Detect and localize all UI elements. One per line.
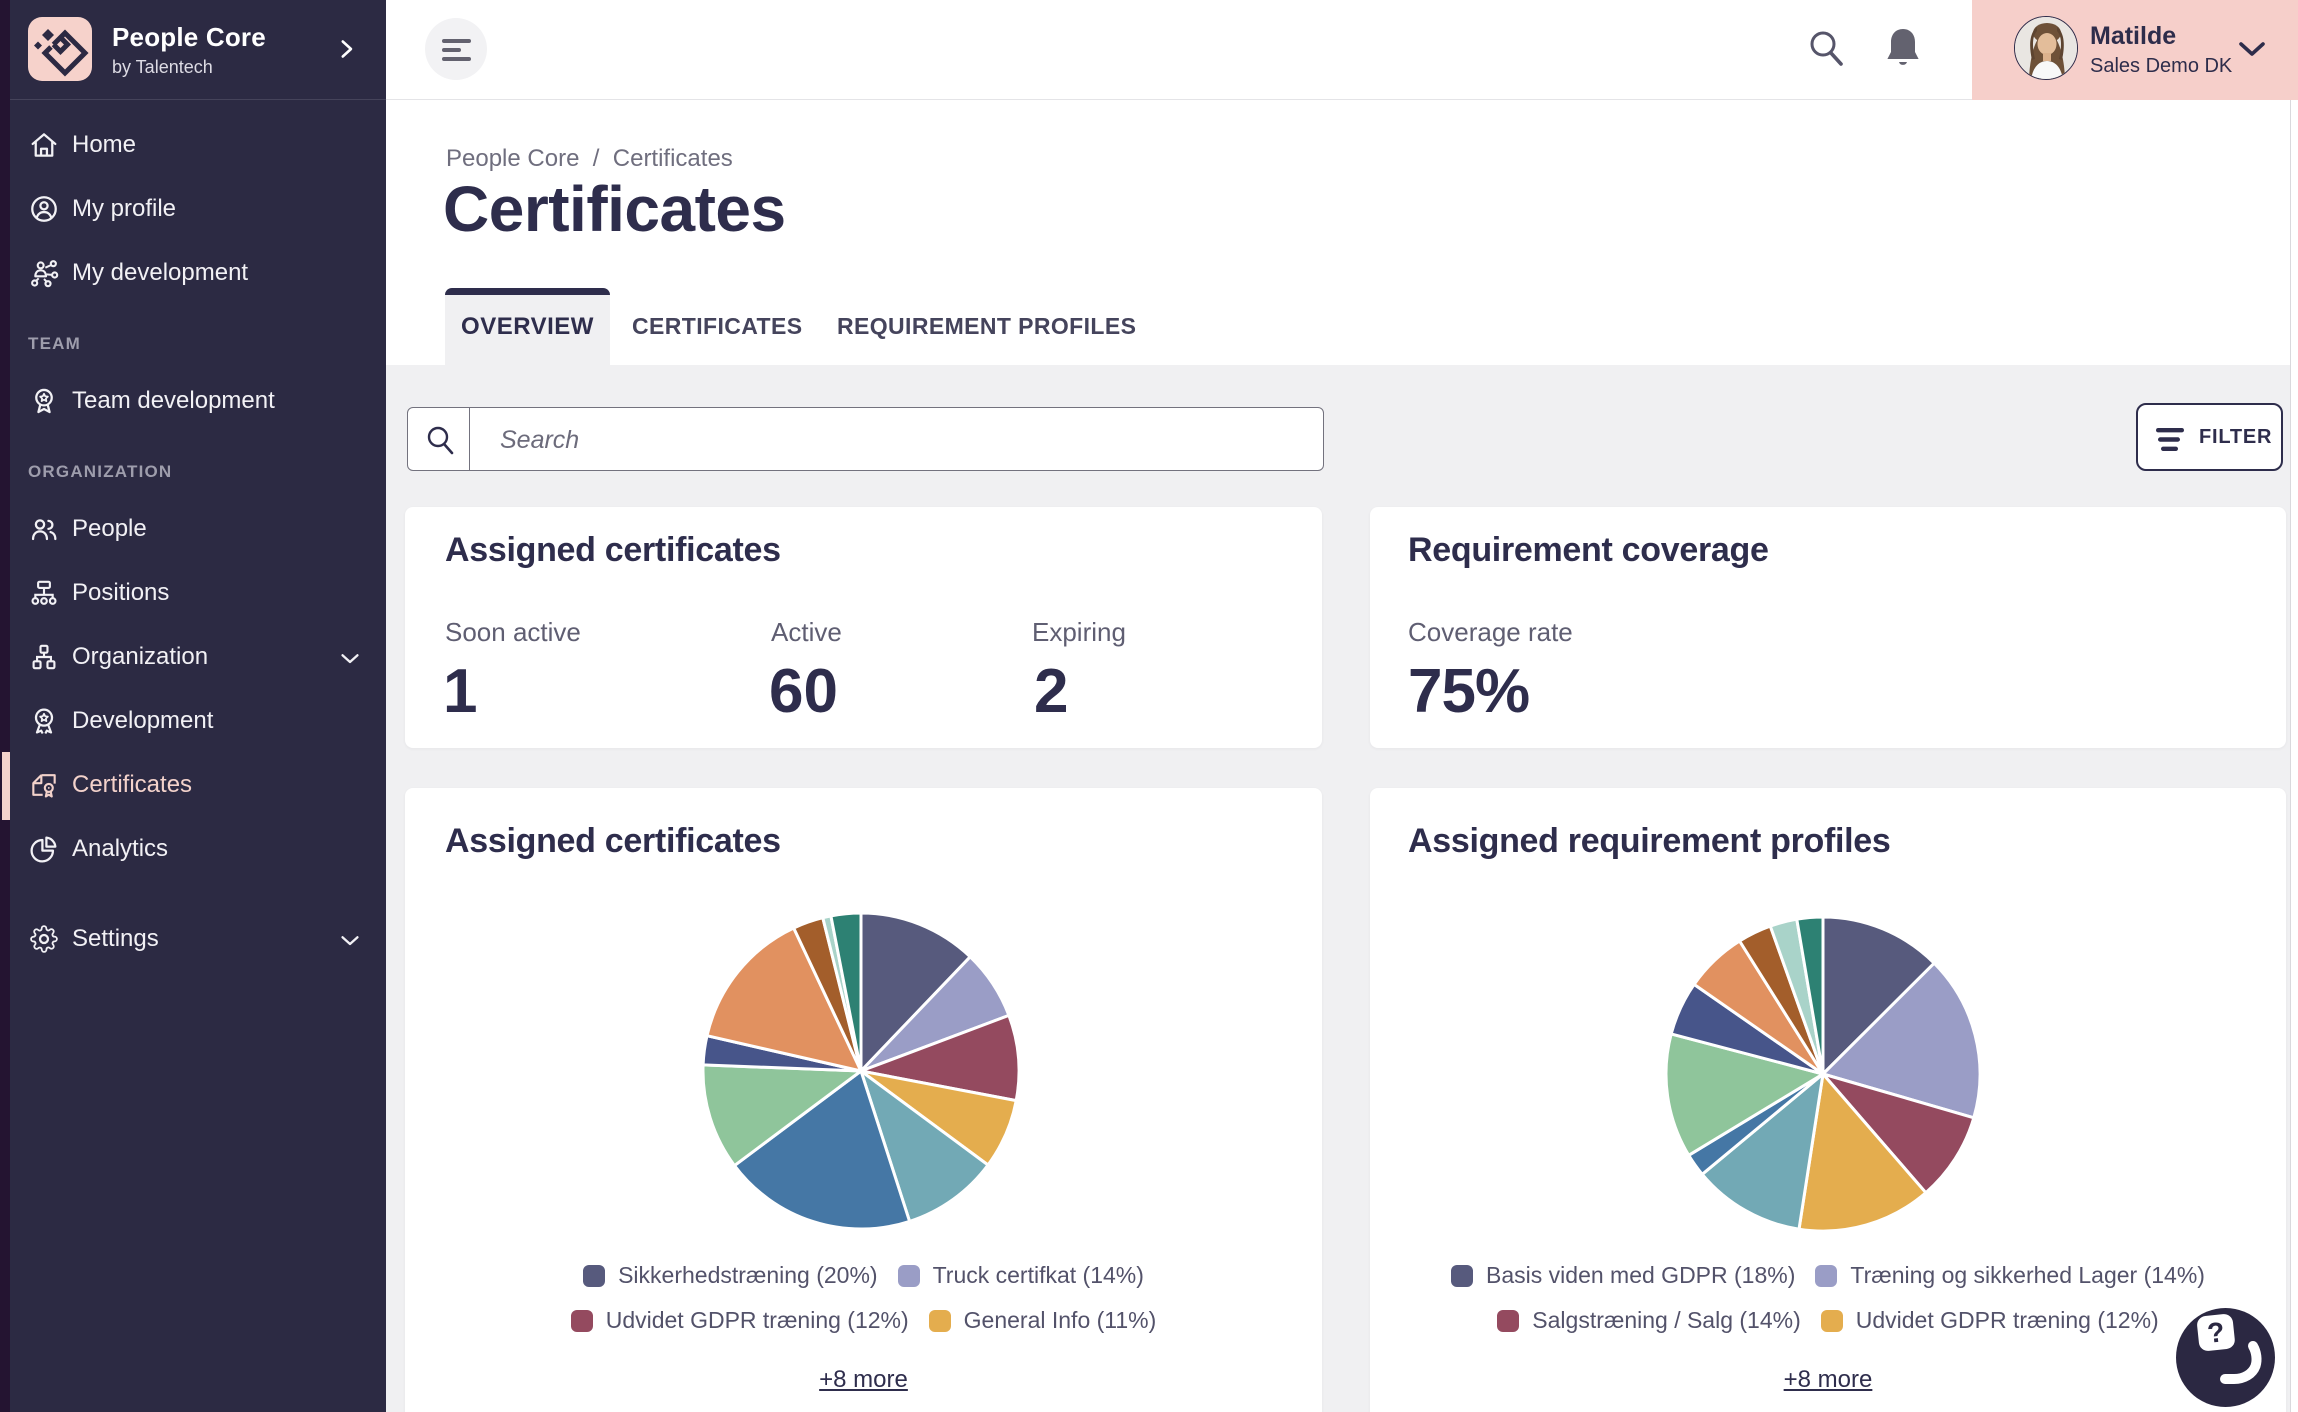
svg-text:?: ?	[2206, 1316, 2226, 1349]
